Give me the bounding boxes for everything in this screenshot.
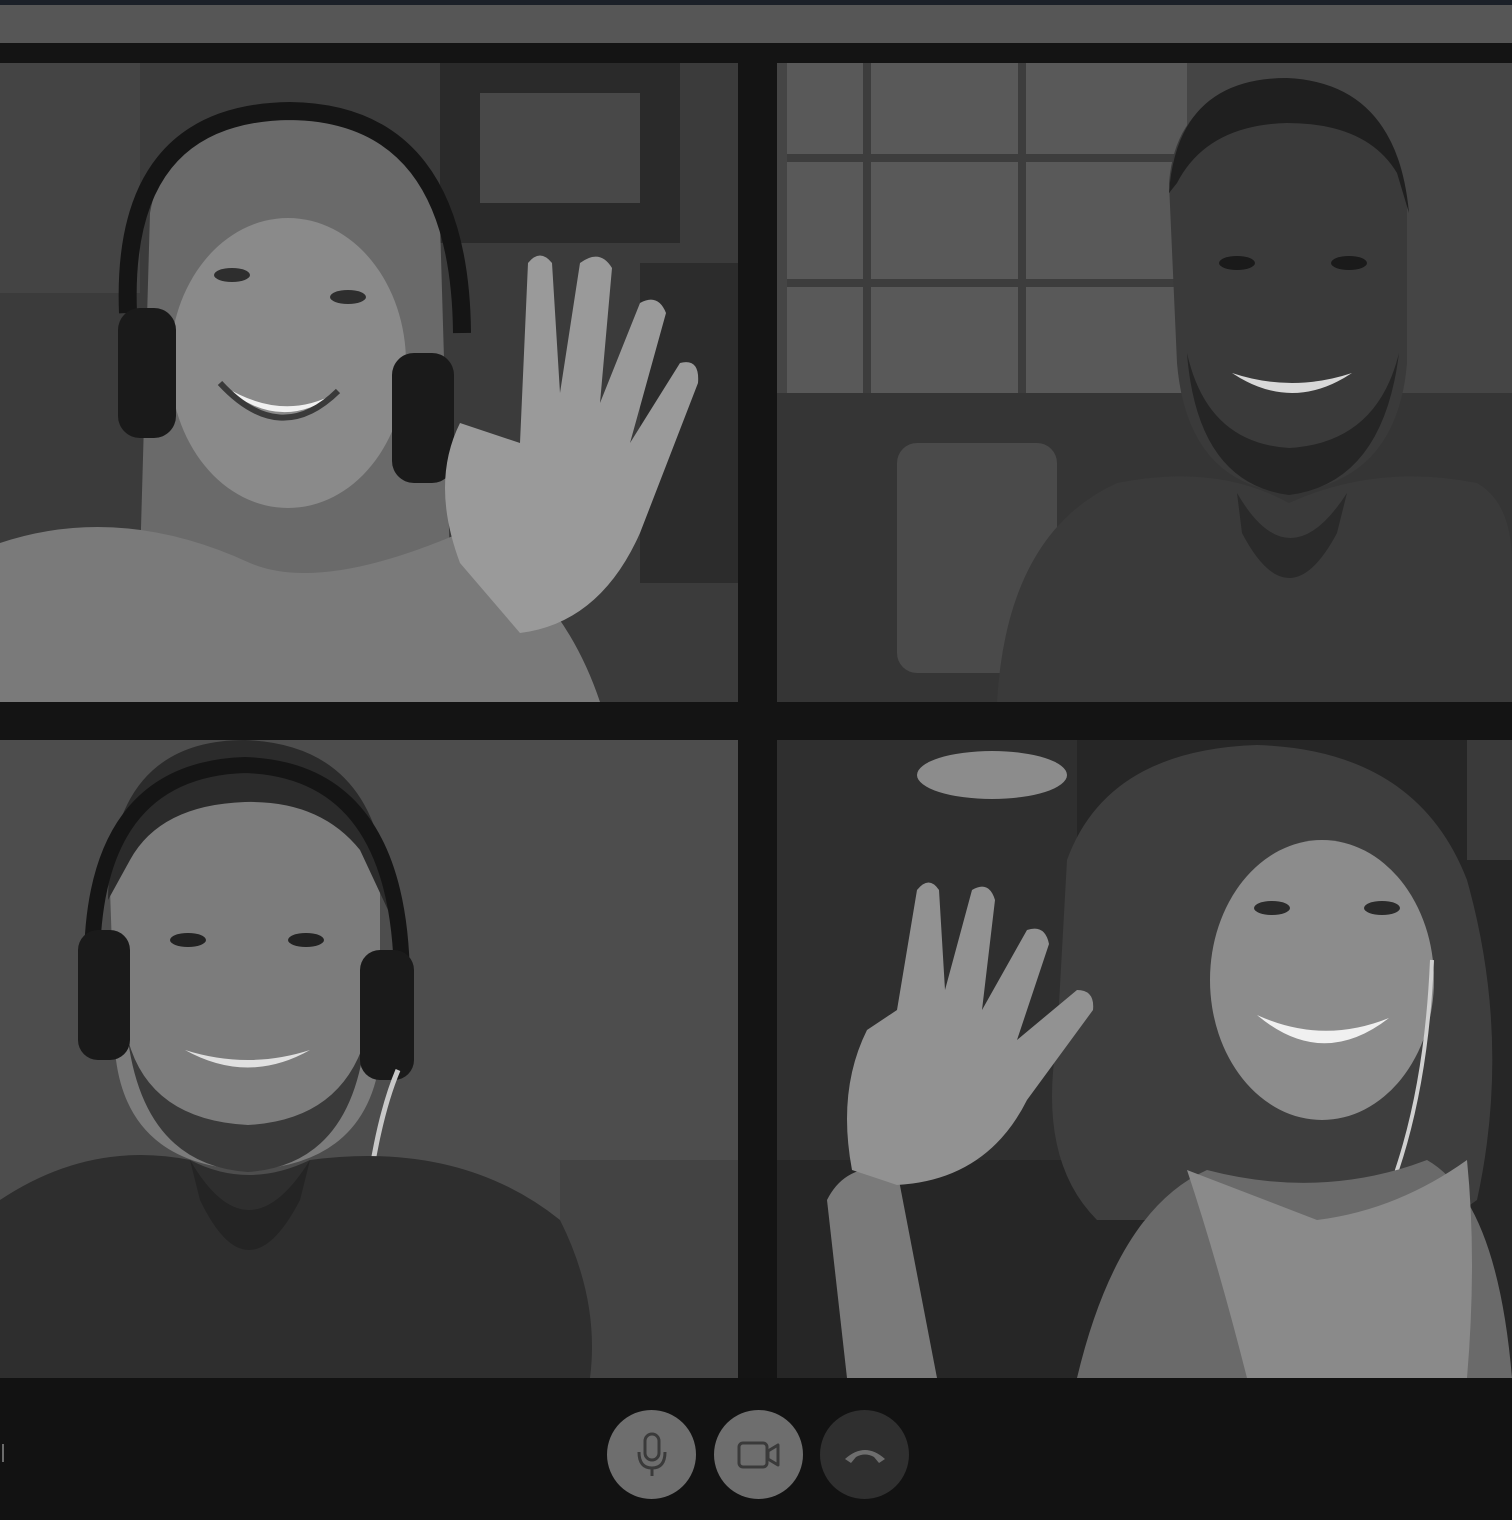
phone-hangup-icon <box>842 1445 888 1465</box>
participant-video-4 <box>777 740 1512 1378</box>
participant-video-tile-1[interactable] <box>0 63 738 702</box>
end-call-button[interactable] <box>820 1410 909 1499</box>
microphone-icon <box>635 1432 669 1478</box>
video-camera-icon <box>737 1440 781 1470</box>
participant-video-1 <box>0 63 738 702</box>
toggle-camera-button[interactable] <box>714 1410 803 1499</box>
participant-video-tile-4[interactable] <box>777 740 1512 1378</box>
video-call-window <box>0 0 1512 1520</box>
edge-indicator <box>2 1444 4 1462</box>
participant-video-tile-3[interactable] <box>0 740 738 1378</box>
top-bar <box>0 5 1512 43</box>
participant-video-tile-2[interactable] <box>777 63 1512 702</box>
mute-microphone-button[interactable] <box>607 1410 696 1499</box>
participant-video-2 <box>777 63 1512 702</box>
participant-video-3 <box>0 740 738 1378</box>
